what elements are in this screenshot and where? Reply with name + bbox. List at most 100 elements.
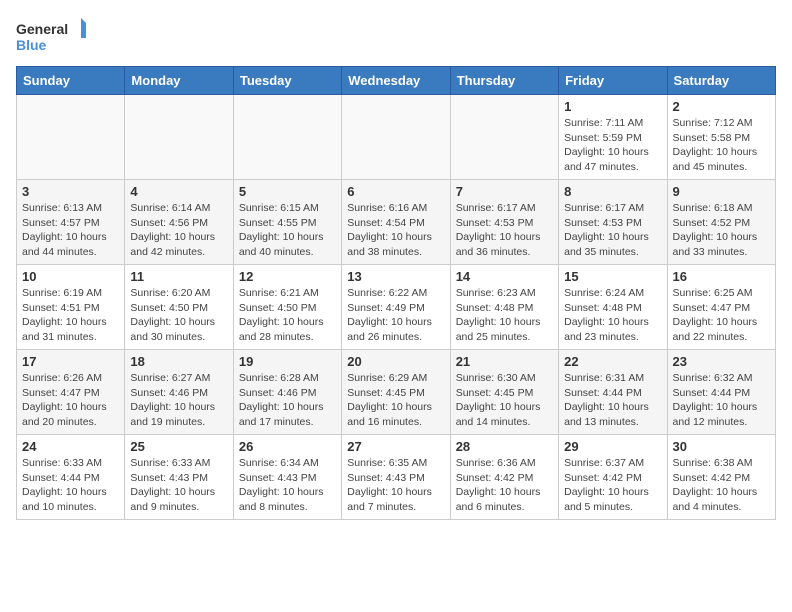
- calendar-cell: 30 Sunrise: 6:38 AM Sunset: 4:42 PM Dayli…: [667, 435, 775, 520]
- calendar-cell: 8 Sunrise: 6:17 AM Sunset: 4:53 PM Daylig…: [559, 180, 667, 265]
- day-info: Sunrise: 6:35 AM Sunset: 4:43 PM Dayligh…: [347, 456, 444, 515]
- day-info: Sunrise: 6:30 AM Sunset: 4:45 PM Dayligh…: [456, 371, 553, 430]
- day-number: 18: [130, 354, 227, 369]
- day-info: Sunrise: 6:33 AM Sunset: 4:44 PM Dayligh…: [22, 456, 119, 515]
- calendar-cell: 23 Sunrise: 6:32 AM Sunset: 4:44 PM Dayli…: [667, 350, 775, 435]
- weekday-header-monday: Monday: [125, 67, 233, 95]
- calendar-cell: 2 Sunrise: 7:12 AM Sunset: 5:58 PM Daylig…: [667, 95, 775, 180]
- day-number: 5: [239, 184, 336, 199]
- calendar-cell: 26Sunrise: 6:34 AM Sunset: 4:43 PM Dayli…: [233, 435, 341, 520]
- calendar-cell: 28 Sunrise: 6:36 AM Sunset: 4:42 PM Dayli…: [450, 435, 558, 520]
- calendar-cell: 29 Sunrise: 6:37 AM Sunset: 4:42 PM Dayli…: [559, 435, 667, 520]
- day-info: Sunrise: 6:29 AM Sunset: 4:45 PM Dayligh…: [347, 371, 444, 430]
- week-row-5: 24Sunrise: 6:33 AM Sunset: 4:44 PM Dayli…: [17, 435, 776, 520]
- svg-text:Blue: Blue: [16, 37, 47, 53]
- week-row-3: 10 Sunrise: 6:19 AM Sunset: 4:51 PM Dayli…: [17, 265, 776, 350]
- day-info: Sunrise: 6:17 AM Sunset: 4:53 PM Dayligh…: [456, 201, 553, 260]
- day-info: Sunrise: 6:28 AM Sunset: 4:46 PM Dayligh…: [239, 371, 336, 430]
- day-info: Sunrise: 6:27 AM Sunset: 4:46 PM Dayligh…: [130, 371, 227, 430]
- weekday-header-thursday: Thursday: [450, 67, 558, 95]
- day-number: 6: [347, 184, 444, 199]
- day-number: 22: [564, 354, 661, 369]
- calendar-cell: 15 Sunrise: 6:24 AM Sunset: 4:48 PM Dayli…: [559, 265, 667, 350]
- day-info: Sunrise: 7:11 AM Sunset: 5:59 PM Dayligh…: [564, 116, 661, 175]
- day-info: Sunrise: 6:22 AM Sunset: 4:49 PM Dayligh…: [347, 286, 444, 345]
- calendar-cell: [233, 95, 341, 180]
- day-info: Sunrise: 6:16 AM Sunset: 4:54 PM Dayligh…: [347, 201, 444, 260]
- calendar-cell: 4 Sunrise: 6:14 AM Sunset: 4:56 PM Daylig…: [125, 180, 233, 265]
- day-info: Sunrise: 6:24 AM Sunset: 4:48 PM Dayligh…: [564, 286, 661, 345]
- day-number: 1: [564, 99, 661, 114]
- day-info: Sunrise: 6:18 AM Sunset: 4:52 PM Dayligh…: [673, 201, 770, 260]
- calendar-cell: 11Sunrise: 6:20 AM Sunset: 4:50 PM Dayli…: [125, 265, 233, 350]
- day-number: 13: [347, 269, 444, 284]
- day-number: 28: [456, 439, 553, 454]
- day-info: Sunrise: 6:14 AM Sunset: 4:56 PM Dayligh…: [130, 201, 227, 260]
- day-number: 10: [22, 269, 119, 284]
- calendar-cell: 24Sunrise: 6:33 AM Sunset: 4:44 PM Dayli…: [17, 435, 125, 520]
- calendar-cell: 7 Sunrise: 6:17 AM Sunset: 4:53 PM Daylig…: [450, 180, 558, 265]
- week-row-2: 3Sunrise: 6:13 AM Sunset: 4:57 PM Daylig…: [17, 180, 776, 265]
- day-number: 19: [239, 354, 336, 369]
- day-number: 17: [22, 354, 119, 369]
- weekday-header-sunday: Sunday: [17, 67, 125, 95]
- day-number: 9: [673, 184, 770, 199]
- week-row-1: 1 Sunrise: 7:11 AM Sunset: 5:59 PM Daylig…: [17, 95, 776, 180]
- day-info: Sunrise: 6:37 AM Sunset: 4:42 PM Dayligh…: [564, 456, 661, 515]
- day-number: 29: [564, 439, 661, 454]
- day-number: 2: [673, 99, 770, 114]
- svg-text:General: General: [16, 21, 68, 37]
- calendar-cell: 12 Sunrise: 6:21 AM Sunset: 4:50 PM Dayli…: [233, 265, 341, 350]
- day-info: Sunrise: 6:21 AM Sunset: 4:50 PM Dayligh…: [239, 286, 336, 345]
- calendar-cell: 21Sunrise: 6:30 AM Sunset: 4:45 PM Dayli…: [450, 350, 558, 435]
- day-info: Sunrise: 6:36 AM Sunset: 4:42 PM Dayligh…: [456, 456, 553, 515]
- calendar-cell: 3Sunrise: 6:13 AM Sunset: 4:57 PM Daylig…: [17, 180, 125, 265]
- calendar-cell: [125, 95, 233, 180]
- day-number: 12: [239, 269, 336, 284]
- weekday-header-wednesday: Wednesday: [342, 67, 450, 95]
- calendar-cell: [450, 95, 558, 180]
- calendar-cell: 1 Sunrise: 7:11 AM Sunset: 5:59 PM Daylig…: [559, 95, 667, 180]
- page-header: GeneralBlue: [16, 16, 776, 56]
- day-number: 7: [456, 184, 553, 199]
- day-info: Sunrise: 6:26 AM Sunset: 4:47 PM Dayligh…: [22, 371, 119, 430]
- logo: GeneralBlue: [16, 16, 96, 56]
- day-number: 27: [347, 439, 444, 454]
- day-number: 23: [673, 354, 770, 369]
- day-number: 25: [130, 439, 227, 454]
- day-info: Sunrise: 6:38 AM Sunset: 4:42 PM Dayligh…: [673, 456, 770, 515]
- day-info: Sunrise: 6:23 AM Sunset: 4:48 PM Dayligh…: [456, 286, 553, 345]
- day-number: 11: [130, 269, 227, 284]
- calendar-cell: 18 Sunrise: 6:27 AM Sunset: 4:46 PM Dayli…: [125, 350, 233, 435]
- weekday-header-saturday: Saturday: [667, 67, 775, 95]
- day-info: Sunrise: 6:32 AM Sunset: 4:44 PM Dayligh…: [673, 371, 770, 430]
- day-number: 3: [22, 184, 119, 199]
- calendar-cell: [342, 95, 450, 180]
- day-info: Sunrise: 6:19 AM Sunset: 4:51 PM Dayligh…: [22, 286, 119, 345]
- day-number: 8: [564, 184, 661, 199]
- calendar-cell: 9 Sunrise: 6:18 AM Sunset: 4:52 PM Daylig…: [667, 180, 775, 265]
- calendar-cell: 5 Sunrise: 6:15 AM Sunset: 4:55 PM Daylig…: [233, 180, 341, 265]
- day-number: 14: [456, 269, 553, 284]
- calendar-cell: 13 Sunrise: 6:22 AM Sunset: 4:49 PM Dayli…: [342, 265, 450, 350]
- day-number: 30: [673, 439, 770, 454]
- weekday-header-row: SundayMondayTuesdayWednesdayThursdayFrid…: [17, 67, 776, 95]
- calendar-cell: 22 Sunrise: 6:31 AM Sunset: 4:44 PM Dayli…: [559, 350, 667, 435]
- calendar-cell: 16Sunrise: 6:25 AM Sunset: 4:47 PM Dayli…: [667, 265, 775, 350]
- calendar-cell: 10 Sunrise: 6:19 AM Sunset: 4:51 PM Dayli…: [17, 265, 125, 350]
- day-number: 16: [673, 269, 770, 284]
- calendar-cell: 17 Sunrise: 6:26 AM Sunset: 4:47 PM Dayli…: [17, 350, 125, 435]
- day-number: 26: [239, 439, 336, 454]
- weekday-header-friday: Friday: [559, 67, 667, 95]
- weekday-header-tuesday: Tuesday: [233, 67, 341, 95]
- calendar-cell: 14 Sunrise: 6:23 AM Sunset: 4:48 PM Dayli…: [450, 265, 558, 350]
- calendar-cell: [17, 95, 125, 180]
- calendar-cell: 25 Sunrise: 6:33 AM Sunset: 4:43 PM Dayli…: [125, 435, 233, 520]
- day-info: Sunrise: 6:33 AM Sunset: 4:43 PM Dayligh…: [130, 456, 227, 515]
- day-number: 4: [130, 184, 227, 199]
- day-info: Sunrise: 7:12 AM Sunset: 5:58 PM Dayligh…: [673, 116, 770, 175]
- day-info: Sunrise: 6:31 AM Sunset: 4:44 PM Dayligh…: [564, 371, 661, 430]
- day-info: Sunrise: 6:17 AM Sunset: 4:53 PM Dayligh…: [564, 201, 661, 260]
- day-number: 15: [564, 269, 661, 284]
- day-info: Sunrise: 6:15 AM Sunset: 4:55 PM Dayligh…: [239, 201, 336, 260]
